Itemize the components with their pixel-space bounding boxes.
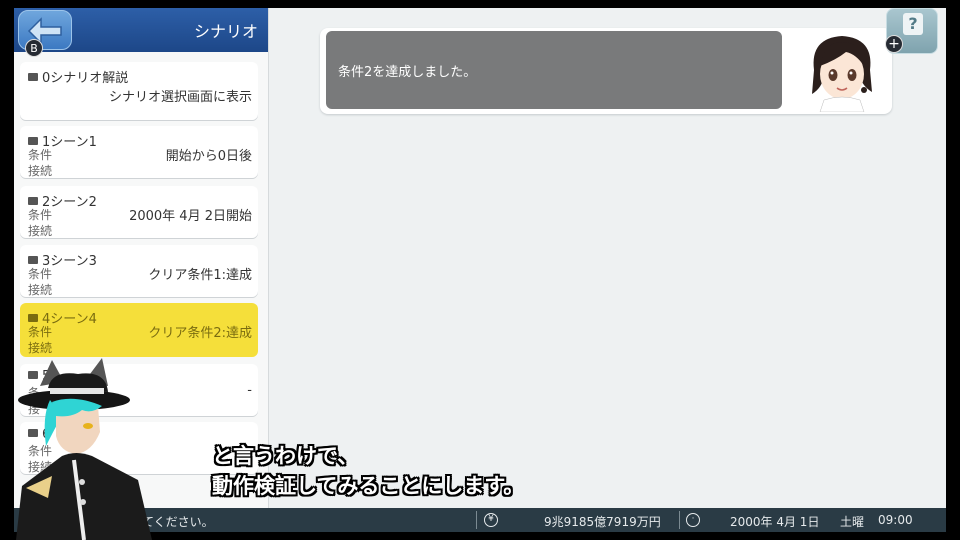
scene-condition-value: シナリオ選択画面に表示 — [108, 90, 252, 105]
scene-condition-label: 条件 — [28, 208, 53, 222]
message-box: 条件2を達成しました。 — [320, 28, 892, 114]
scene-card-1[interactable]: 1シーン1 条件 開始から0日後 接続 — [20, 126, 258, 178]
scene-condition-value: 開始から0日後 — [165, 149, 252, 164]
scene-card-3[interactable]: 3シーン3 条件 クリア条件1:達成 接続 — [20, 245, 258, 297]
panel-title: シナリオ — [193, 22, 258, 41]
subtitle-line-2: 動作検証してみることにします。 — [212, 474, 525, 498]
scene-connection-label: 接続 — [28, 224, 53, 238]
scene-card-4-selected[interactable]: 4シーン4 条件 クリア条件2:達成 接続 — [20, 303, 258, 357]
scene-condition-label: 条件 — [28, 267, 53, 281]
status-divider — [679, 511, 680, 529]
scene-condition-label: 条件 — [28, 325, 53, 339]
clapperboard-icon — [28, 256, 38, 264]
help-button[interactable]: ? + — [885, 8, 938, 54]
scene-condition-value: クリア条件1:達成 — [148, 268, 252, 283]
scenario-header: B シナリオ — [14, 8, 268, 57]
help-question-icon: ? — [903, 13, 923, 35]
back-button[interactable]: B — [18, 10, 72, 57]
money-display: 9兆9185億7919万円 — [544, 515, 661, 529]
clapperboard-icon — [28, 73, 38, 81]
plus-button-badge: + — [885, 35, 903, 53]
scene-condition-value: 2000年 4月 2日開始 — [129, 209, 252, 224]
clock-icon: · — [686, 513, 700, 527]
scene-card-2[interactable]: 2シーン2 条件 2000年 4月 2日開始 接続 — [20, 186, 258, 238]
clapperboard-icon — [28, 314, 38, 322]
clapperboard-icon — [28, 137, 38, 145]
b-button-badge: B — [25, 39, 43, 57]
scene-connection-label: 接続 — [28, 164, 53, 178]
date-display: 2000年 4月 1日 — [730, 515, 820, 529]
weekday-display: 土曜 — [840, 515, 865, 529]
scene-connection-label: 接続 — [28, 341, 53, 355]
scene-condition-value: クリア条件2:達成 — [148, 326, 252, 341]
subtitle-line-1: と言うわけで、 — [212, 444, 359, 468]
scene-condition-label: 条件 — [28, 148, 53, 162]
cat-ear-character-avatar — [16, 358, 152, 540]
scene-condition-value: - — [247, 383, 252, 398]
assistant-girl-portrait — [812, 36, 872, 112]
yen-icon: ¥ — [484, 513, 498, 527]
message-text: 条件2を達成しました。 — [326, 31, 782, 109]
scene-title: 0シナリオ解説 — [42, 71, 129, 86]
clapperboard-icon — [28, 197, 38, 205]
scene-card-0[interactable]: 0シナリオ解説 シナリオ選択画面に表示 — [20, 62, 258, 120]
scene-connection-label: 接続 — [28, 283, 53, 297]
status-divider — [476, 511, 477, 529]
time-display: 09:00 — [878, 513, 913, 527]
